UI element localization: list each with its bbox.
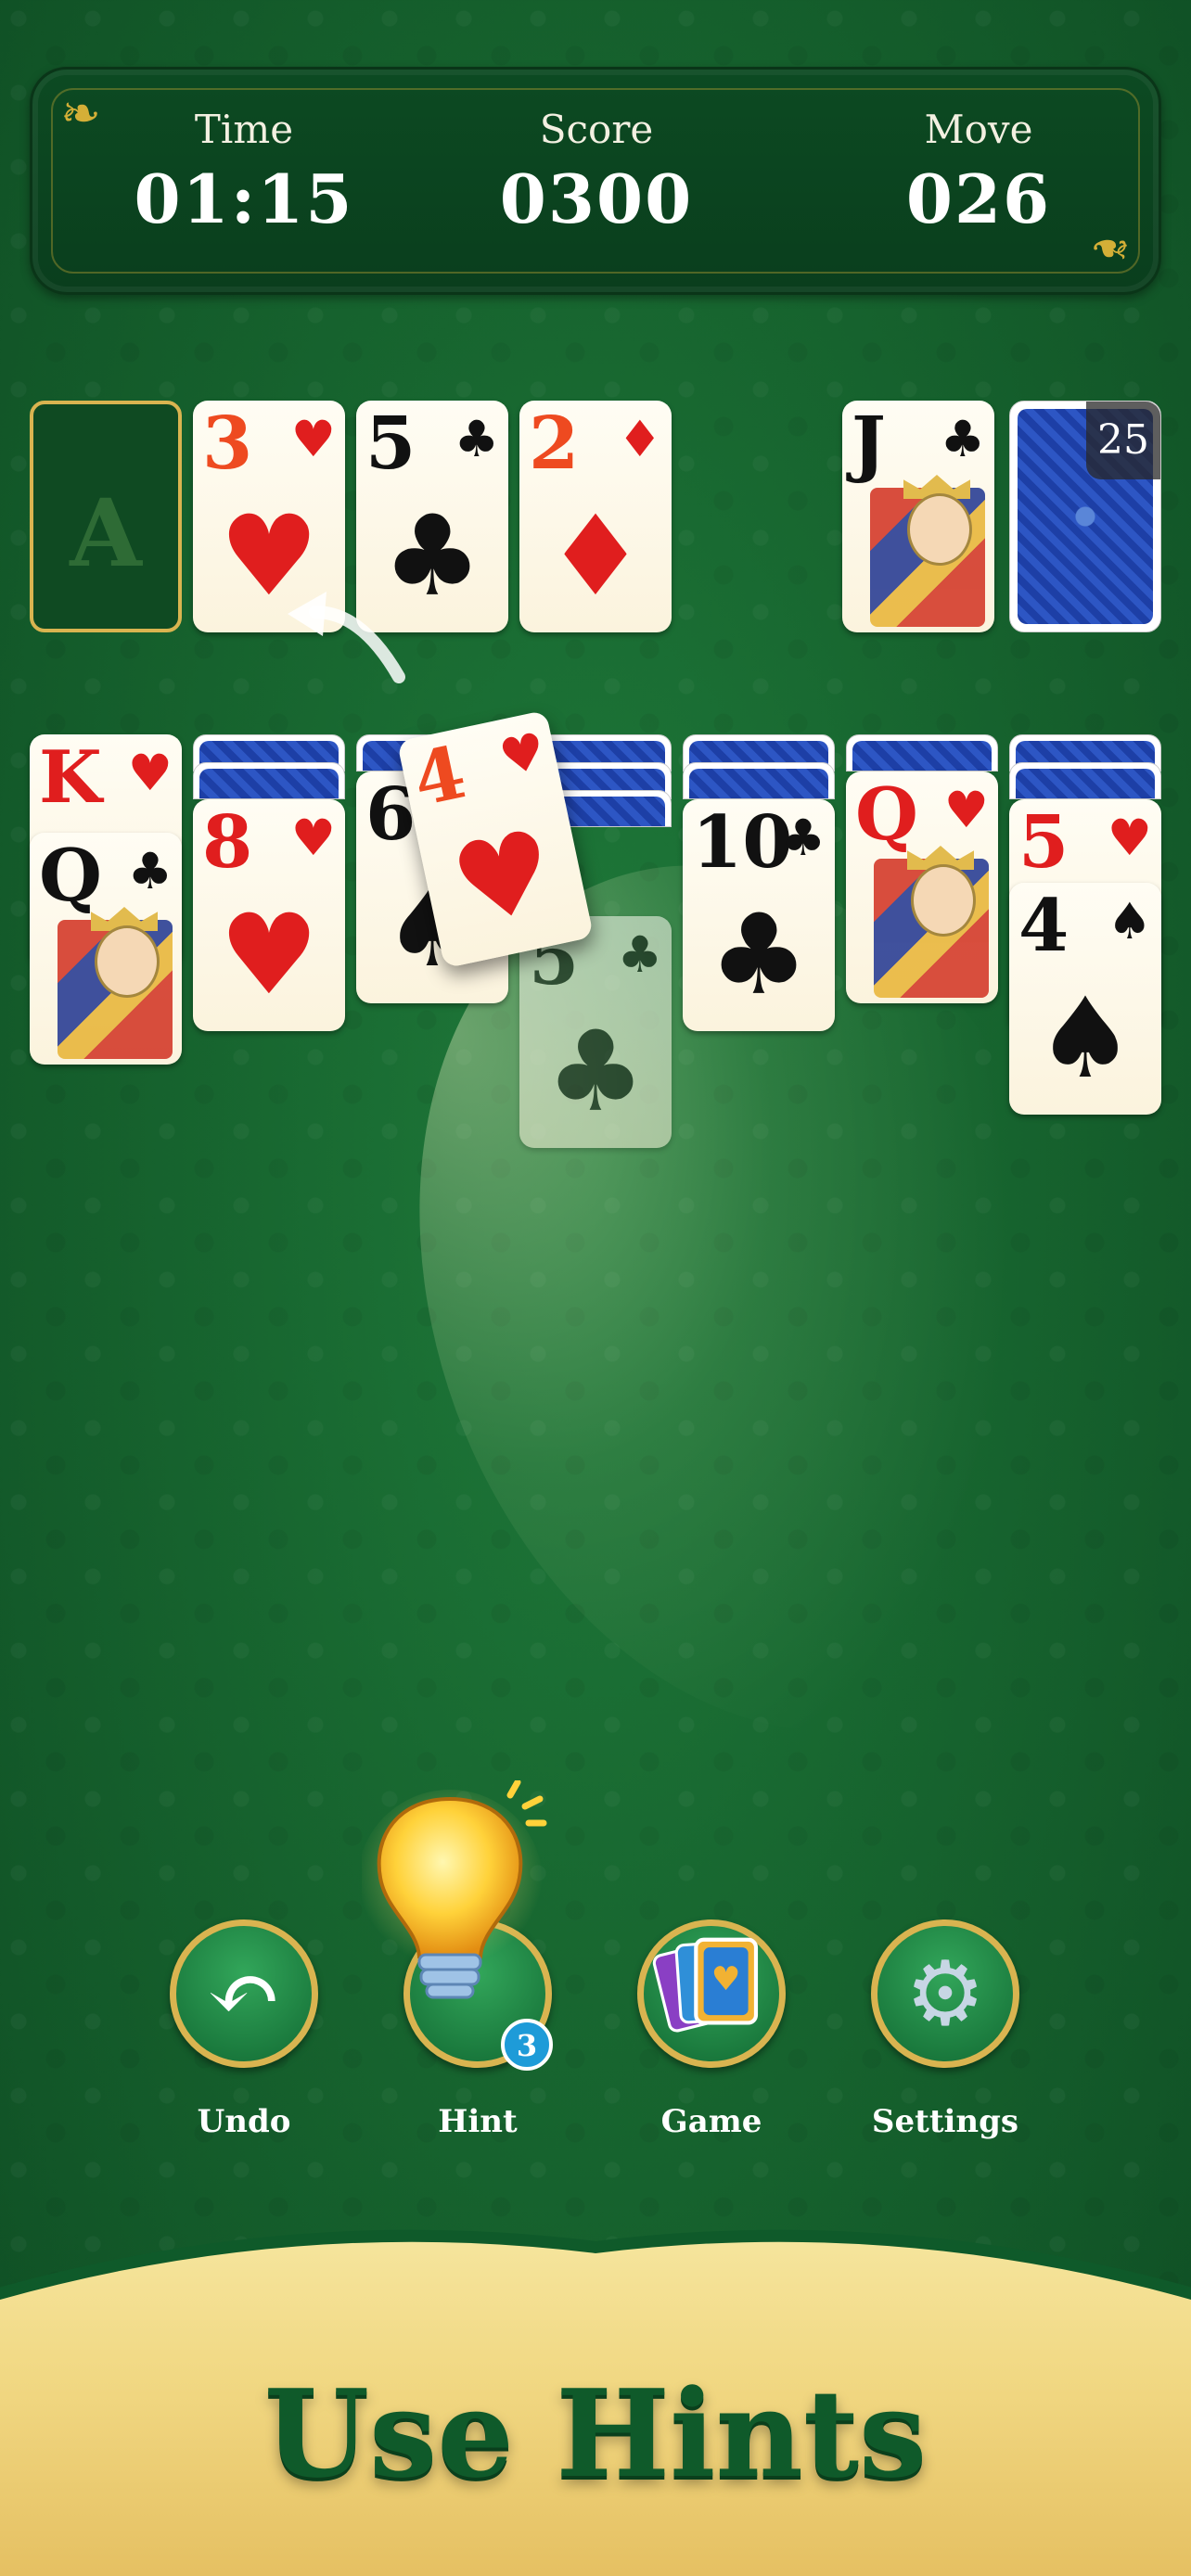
club-icon: ♣ — [454, 409, 499, 468]
move-value: 026 — [905, 159, 1052, 238]
time-stat: Time 01:15 — [105, 107, 383, 238]
card-rank: 2 — [529, 402, 580, 486]
card-rank: 8 — [202, 800, 253, 885]
card-rank: 4 — [405, 730, 473, 823]
diamond-icon: ♦ — [617, 409, 662, 468]
score-stat: Score 0300 — [457, 107, 736, 238]
queen-face-art — [874, 846, 989, 998]
settings-label: Settings — [871, 2103, 1019, 2140]
club-icon: ♣ — [780, 808, 826, 867]
tableau-card[interactable]: 10 ♣ ♣ — [683, 799, 835, 1031]
game-circle: ♥ — [637, 1919, 786, 2068]
foundation-slot-empty[interactable]: A — [30, 401, 182, 632]
banner-title: Use Hints — [263, 2363, 928, 2505]
heart-icon: ♥ — [1107, 808, 1152, 867]
card-rank: 4 — [1018, 884, 1069, 968]
tableau-card[interactable]: Q ♣ — [30, 833, 182, 1065]
tableau-card[interactable]: 8 ♥ ♥ — [193, 799, 345, 1031]
tableau-card[interactable]: 5 ♣ ♣ — [519, 916, 672, 1148]
card-rank: 10 — [692, 800, 793, 885]
card-rank: Q — [855, 772, 918, 857]
game-button[interactable]: ♥ Game — [633, 1919, 790, 2161]
club-icon: ♣ — [940, 409, 985, 468]
move-stat: Move 026 — [839, 107, 1118, 238]
time-label: Time — [194, 107, 294, 152]
lightbulb-icon — [362, 1780, 547, 1999]
heart-icon: ♥ — [290, 409, 336, 468]
club-icon: ♣ — [709, 889, 809, 1020]
ornament-icon: ❧ — [60, 86, 101, 142]
stats-panel: ❧ ❧ Time 01:15 Score 0300 Move 026 — [30, 67, 1161, 295]
heart-icon: ♥ — [441, 803, 567, 952]
spade-icon: ♠ — [1107, 891, 1152, 950]
hint-label: Hint — [438, 2103, 518, 2140]
heart-icon: ♥ — [127, 743, 173, 802]
face-down-card — [193, 762, 345, 799]
undo-circle: ↶ — [170, 1919, 318, 2068]
card-rank: 5 — [365, 402, 416, 486]
card-rank: Q — [39, 834, 102, 918]
face-down-card — [846, 734, 998, 772]
tableau-card[interactable]: Q ♥ — [846, 772, 998, 1003]
card-rank: 3 — [202, 402, 253, 486]
cards-icon: ♥ — [652, 1937, 759, 2033]
score-label: Score — [539, 107, 654, 152]
club-icon: ♣ — [545, 1006, 646, 1137]
game-label: Game — [660, 2103, 762, 2140]
card-rank: J — [852, 402, 886, 486]
undo-arrow-icon: ↶ — [206, 1942, 282, 2046]
face-down-card — [1009, 762, 1161, 799]
hint-arrow-icon — [288, 592, 405, 683]
time-value: 01:15 — [134, 159, 354, 238]
hint-count-badge: 3 — [501, 2019, 553, 2071]
club-icon: ♣ — [127, 841, 173, 900]
undo-button[interactable]: ↶ Undo — [165, 1919, 323, 2161]
settings-button[interactable]: ⚙ Settings — [866, 1919, 1024, 2161]
jack-face-art — [870, 475, 985, 627]
club-icon: ♣ — [617, 925, 662, 984]
svg-text:♥: ♥ — [711, 1960, 741, 1998]
foundation-card[interactable]: 2 ♦ ♦ — [519, 401, 672, 632]
face-down-card — [683, 762, 835, 799]
queen-face-art — [58, 907, 173, 1059]
background-pattern — [0, 0, 1191, 2576]
heart-icon: ♥ — [219, 889, 319, 1020]
stock-count: 25 — [1086, 402, 1160, 479]
tableau-card[interactable]: 4 ♠ ♠ — [1009, 883, 1161, 1115]
diamond-icon: ♦ — [545, 491, 646, 621]
gear-icon: ⚙ — [904, 1942, 986, 2046]
heart-icon: ♥ — [943, 780, 989, 839]
card-rank: K — [39, 735, 102, 820]
settings-circle: ⚙ — [871, 1919, 1019, 2068]
heart-icon: ♥ — [290, 808, 336, 867]
card-rank: 5 — [1018, 800, 1069, 885]
foundation-ace-placeholder: A — [70, 478, 142, 588]
undo-label: Undo — [197, 2103, 291, 2140]
heart-icon: ♥ — [493, 720, 551, 788]
spade-icon: ♠ — [1035, 973, 1135, 1103]
stock-pile[interactable]: 25 — [1009, 401, 1161, 632]
score-value: 0300 — [499, 159, 694, 238]
move-label: Move — [924, 107, 1033, 152]
waste-card[interactable]: J ♣ — [842, 401, 994, 632]
